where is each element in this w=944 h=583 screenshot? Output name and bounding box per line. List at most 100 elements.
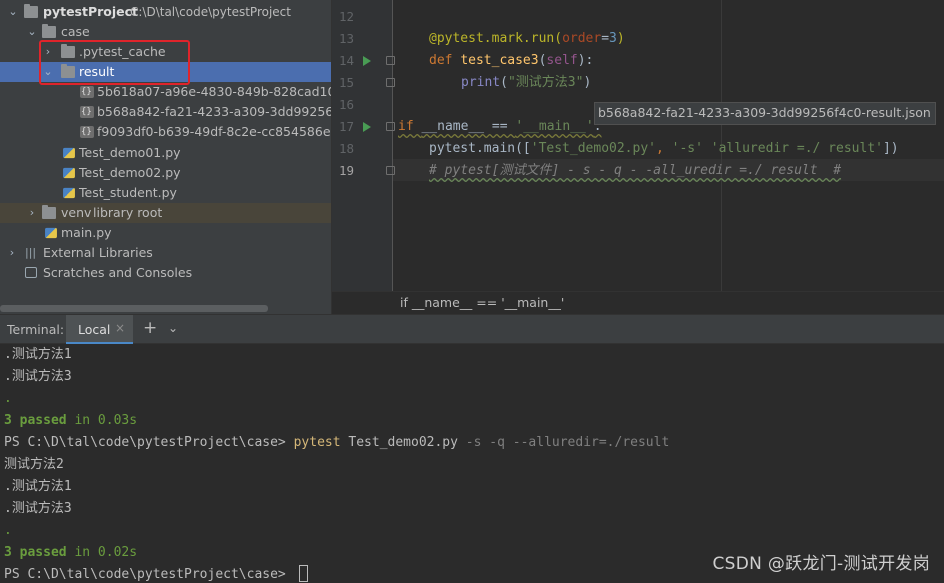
command-options: -s -q --alluredir=./result	[465, 435, 670, 450]
tree-item-result-file[interactable]: 5b618a07-a96e-4830-849b-828cad10f12	[0, 82, 331, 102]
folder-icon	[42, 205, 56, 219]
run-main-icon[interactable]	[363, 122, 371, 132]
code-token: pytest.main([	[429, 141, 531, 156]
fold-icon[interactable]	[386, 56, 395, 65]
line-number: 18	[338, 141, 354, 156]
tree-item-label: External Libraries	[43, 245, 153, 260]
tree-item-py-file[interactable]: Test_demo02.py	[0, 163, 331, 183]
terminal-line: .测试方法3	[4, 369, 72, 384]
watermark: CSDN @跃龙门-测试开发岗	[712, 554, 930, 574]
tree-item-scratches[interactable]: Scratches and Consoles	[0, 263, 331, 283]
code-token: ])	[882, 141, 899, 156]
json-file-icon	[80, 102, 94, 122]
chevron-down-icon[interactable]: ⌄	[7, 2, 19, 22]
line-number: 19	[338, 163, 354, 178]
terminal-title: Terminal:	[7, 322, 65, 337]
decorator-text: @pytest.mark.run(	[429, 31, 563, 46]
breadcrumb-item[interactable]: if __name__ == '__main__'	[400, 295, 564, 310]
number-text: 3	[609, 31, 617, 46]
tree-item-label: 5b618a07-a96e-4830-849b-828cad10f12	[97, 84, 331, 99]
folder-icon	[24, 4, 38, 18]
code-line-13: @pytest.mark.run(order=3)	[429, 28, 625, 50]
gutter-separator	[392, 0, 393, 291]
line-number: 16	[338, 97, 354, 112]
chevron-down-icon[interactable]: ⌄	[168, 321, 178, 335]
code-token: (	[500, 75, 508, 90]
line-number: 15	[338, 75, 354, 90]
breadcrumb[interactable]: if __name__ == '__main__'	[332, 291, 944, 314]
string-text: "测试方法3"	[507, 75, 584, 90]
keyword-text: if	[398, 119, 422, 134]
tree-item-main[interactable]: main.py	[0, 223, 331, 243]
code-token: __name__ ==	[421, 119, 516, 134]
highlight-box	[39, 40, 190, 85]
param-text: order	[562, 31, 602, 46]
add-tab-button[interactable]: +	[143, 318, 157, 338]
function-name: test_case3	[460, 53, 539, 68]
code-editor[interactable]: 12 13 14 15 16 17 18 19 @pytest.mark.run…	[331, 0, 944, 314]
folder-icon	[42, 24, 56, 38]
terminal-line: .测试方法1	[4, 479, 72, 494]
tree-item-result-file[interactable]: b568a842-fa21-4233-a309-3dd99256f4c0-res…	[0, 102, 331, 122]
builtin-text: print	[461, 75, 501, 90]
code-line-19: # pytest[测试文件] - s - q - -all_uredir =./…	[429, 160, 841, 182]
tab-label: Local	[78, 322, 111, 337]
tree-item-label: main.py	[61, 225, 112, 240]
line-number: 14	[338, 53, 354, 68]
code-line-14: def test_case3(self):	[429, 50, 593, 72]
scratches-icon	[25, 267, 37, 278]
library-icon: |||	[25, 246, 37, 259]
code-token: )	[616, 31, 625, 46]
shell-prompt: PS C:\D\tal\code\pytestProject\case>	[4, 567, 294, 582]
passed-count: 3 passed	[4, 545, 67, 560]
tree-item-case[interactable]: ⌄ case	[0, 22, 331, 42]
self-text: self	[546, 53, 578, 68]
tree-root[interactable]: ⌄ pytestProject C:\D\tal\code\pytestProj…	[0, 2, 331, 22]
chevron-down-icon[interactable]: ⌄	[26, 22, 38, 42]
string-text: '-s'	[671, 141, 703, 156]
tree-item-label: venv	[61, 205, 92, 220]
tree-item-venv[interactable]: › venv library root	[0, 203, 331, 223]
python-file-icon	[45, 227, 57, 239]
terminal-line: 测试方法2	[4, 457, 64, 472]
tree-item-label: case	[61, 24, 90, 39]
code-line-17: if __name__ == '__main__':	[398, 116, 602, 138]
command-text: pytest	[293, 435, 341, 450]
terminal-toolbar: Terminal: Local × + ⌄	[0, 314, 944, 345]
chevron-right-icon[interactable]: ›	[6, 243, 18, 263]
horizontal-scrollbar[interactable]	[0, 305, 268, 312]
string-text: '__main__'	[515, 119, 594, 134]
tree-item-py-file[interactable]: Test_demo01.py	[0, 143, 331, 163]
line-number: 17	[338, 119, 354, 134]
close-icon[interactable]: ×	[115, 321, 125, 335]
fold-icon[interactable]	[386, 78, 395, 87]
terminal-line: 3 passed in 0.03s	[4, 410, 137, 432]
library-root-hint: library root	[93, 205, 163, 220]
tree-item-label: Test_student.py	[79, 185, 177, 200]
duration-text: in 0.03s	[66, 413, 138, 428]
terminal-line: .测试方法1	[4, 347, 72, 362]
line-number: 12	[338, 9, 354, 24]
code-token: =	[601, 31, 610, 46]
duration-text: in 0.02s	[66, 545, 138, 560]
terminal-line[interactable]: PS C:\D\tal\code\pytestProject\case>	[4, 564, 308, 583]
tree-item-result-file[interactable]: f9093df0-b639-49df-8c2e-cc854586ec8c	[0, 122, 331, 142]
terminal-line: 3 passed in 0.02s	[4, 542, 137, 564]
terminal-line: .测试方法3	[4, 501, 72, 516]
run-test-icon[interactable]	[363, 56, 371, 66]
terminal-line: .	[4, 523, 12, 538]
terminal-cursor[interactable]	[298, 565, 308, 582]
code-token: ,	[655, 141, 672, 156]
fold-icon[interactable]	[386, 166, 395, 175]
tree-item-py-file[interactable]: Test_student.py	[0, 183, 331, 203]
terminal-output[interactable]: .测试方法1 .测试方法3 . 3 passed in 0.03s PS C:\…	[0, 344, 944, 583]
command-arg: Test_demo02.py	[340, 435, 466, 450]
fold-icon[interactable]	[386, 122, 395, 131]
chevron-right-icon[interactable]: ›	[26, 203, 38, 223]
tree-item-label: f9093df0-b639-49df-8c2e-cc854586ec8c	[97, 124, 331, 139]
line-number: 13	[338, 31, 354, 46]
tab-local[interactable]: Local ×	[66, 315, 133, 345]
json-file-icon	[80, 82, 94, 102]
code-token: )	[583, 75, 592, 90]
tree-item-external-libraries[interactable]: › ||| External Libraries	[0, 243, 331, 263]
